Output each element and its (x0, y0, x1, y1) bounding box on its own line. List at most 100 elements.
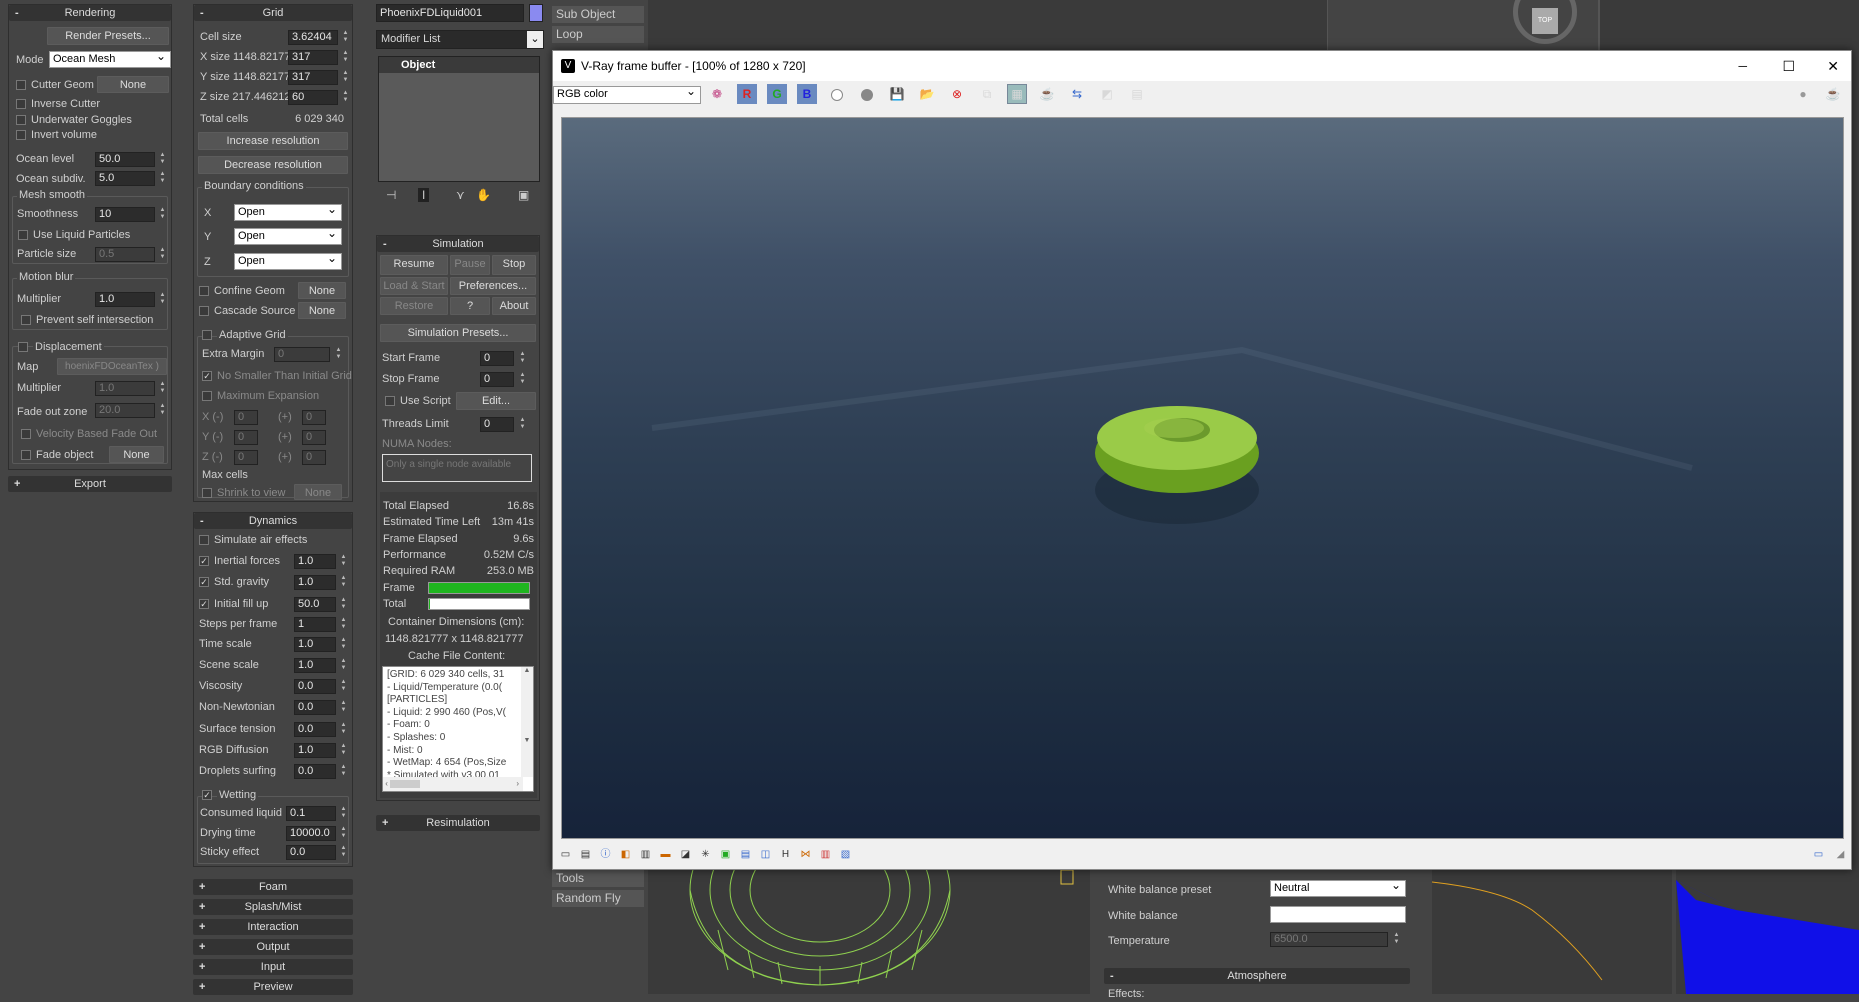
multiplier-spinner[interactable]: ▲ ▼ (158, 292, 167, 307)
resume-button[interactable]: Resume (380, 255, 448, 275)
export-rollout[interactable]: + Export (8, 476, 172, 492)
ocean-subdiv-input[interactable]: 5.0 (95, 171, 155, 186)
pause-button[interactable]: Pause (450, 255, 490, 275)
std-gravity-checkbox[interactable]: ✓ (199, 577, 209, 587)
blue-channel-icon[interactable]: B (797, 84, 817, 104)
stop-render-icon[interactable]: ● (1793, 84, 1813, 104)
cache-content-box[interactable]: [GRID: 6 029 340 cells, 31- Liquid/Tempe… (382, 666, 534, 792)
ocean-subdiv-spinner[interactable]: ▲ ▼ (158, 171, 167, 186)
rendering-header[interactable]: - Rendering (9, 5, 171, 21)
no-smaller-checkbox[interactable]: ✓ (202, 371, 212, 381)
threads-spinner[interactable]: ▲ ▼ (518, 417, 527, 432)
make-unique-icon[interactable]: ⋎ (456, 188, 465, 202)
simulation-header[interactable]: - Simulation (377, 236, 539, 252)
modifier-stack[interactable]: Object (378, 56, 540, 182)
use-script-checkbox[interactable] (385, 396, 395, 406)
duplicate-icon[interactable]: ⧉ (977, 84, 997, 104)
cell-size-spinner[interactable]: ▲ ▼ (341, 30, 350, 45)
dynamics-header[interactable]: - Dynamics (194, 513, 352, 529)
modifier-list-dropdown[interactable]: Modifier List ⌄ (376, 30, 544, 49)
about-button[interactable]: About (492, 297, 536, 315)
panel-toggle-icon[interactable]: ▭ (1812, 848, 1825, 861)
inertial-spinner[interactable]: ▲ ▼ (339, 554, 348, 569)
disp-multiplier-spinner[interactable]: ▲ ▼ (158, 381, 167, 396)
map-button[interactable]: hoenixFDOceanTex ) (57, 358, 167, 375)
x-cells-spinner[interactable]: ▲ ▼ (341, 50, 350, 65)
sticky-input[interactable]: 0.0 (286, 845, 336, 860)
tools-item[interactable]: Tools (552, 870, 644, 887)
ocio-icon[interactable]: ▤ (739, 848, 752, 861)
particle-size-input[interactable]: 0.5 (95, 247, 155, 262)
ab-compare-icon[interactable]: ⋈ (799, 848, 812, 861)
edit-script-button[interactable]: Edit... (456, 392, 536, 410)
boundary-z-select[interactable]: Open (234, 251, 342, 270)
fade-out-zone-input[interactable]: 20.0 (95, 403, 155, 418)
channel-select[interactable]: RGB color (553, 84, 701, 104)
fade-object-none-button[interactable]: None (109, 446, 164, 463)
white-balance-swatch[interactable] (1270, 906, 1406, 923)
rollout-interaction[interactable]: + Interaction (193, 919, 353, 935)
z-cells-input[interactable]: 60 (288, 90, 338, 105)
y-cells-input[interactable]: 317 (288, 70, 338, 85)
layers-icon[interactable]: ▤ (579, 848, 592, 861)
stop-button[interactable]: Stop (492, 255, 536, 275)
levels-icon[interactable]: ▥ (639, 848, 652, 861)
temperature-spinner[interactable]: ▲ ▼ (1392, 932, 1401, 947)
grid-header[interactable]: - Grid (194, 5, 352, 21)
shrink-none-button[interactable]: None (294, 484, 342, 500)
link-icon[interactable]: ⇆ (1067, 84, 1087, 104)
color-wheel-icon[interactable]: ❁ (707, 84, 727, 104)
histogram-icon[interactable]: H (779, 848, 792, 861)
exposure-icon[interactable]: ◪ (679, 848, 692, 861)
x-plus-input[interactable]: 0 (302, 410, 326, 425)
std-gravity-spinner[interactable]: ▲ ▼ (339, 575, 348, 590)
open-folder-icon[interactable]: 📂 (917, 84, 937, 104)
inertial-input[interactable]: 1.0 (294, 554, 336, 569)
teapot-icon[interactable]: ☕ (1037, 84, 1057, 104)
time-scale-spinner[interactable]: ▲ ▼ (339, 637, 348, 652)
inverse-cutter-checkbox[interactable] (16, 99, 26, 109)
close-icon[interactable]: ✕ (1827, 51, 1839, 81)
cell-size-input[interactable]: 3.62404 (288, 30, 338, 45)
boundary-y-select[interactable]: Open (234, 226, 342, 245)
alpha-channel-icon[interactable] (827, 84, 847, 104)
velocity-fade-checkbox[interactable] (21, 429, 31, 439)
max-expansion-checkbox[interactable] (202, 391, 212, 401)
mono-icon[interactable] (857, 84, 877, 104)
viscosity-input[interactable]: 0.0 (294, 679, 336, 694)
invert-volume-checkbox[interactable] (16, 130, 26, 140)
rollout-preview[interactable]: + Preview (193, 979, 353, 995)
atmosphere-rollout[interactable]: - Atmosphere (1104, 968, 1410, 984)
curve-icon[interactable]: ▬ (659, 848, 672, 861)
wb-preset-select[interactable]: Neutral (1270, 878, 1406, 897)
surface-tension-spinner[interactable]: ▲ ▼ (339, 722, 348, 737)
red-channel-icon[interactable]: R (737, 84, 757, 104)
lens-icon[interactable]: ▣ (719, 848, 732, 861)
load-start-button[interactable]: Load & Start (380, 277, 448, 295)
confine-none-button[interactable]: None (298, 282, 346, 299)
rollout-input[interactable]: + Input (193, 959, 353, 975)
z-cells-spinner[interactable]: ▲ ▼ (341, 90, 350, 105)
viewport-top-left[interactable] (648, 0, 1328, 50)
initial-fill-input[interactable]: 50.0 (294, 597, 336, 612)
viewcube[interactable]: TOP (1510, 0, 1580, 50)
smoothness-input[interactable]: 10 (95, 207, 155, 222)
sub-object-item[interactable]: Sub Object (552, 6, 644, 23)
settings-icon[interactable]: ▧ (839, 848, 852, 861)
viscosity-spinner[interactable]: ▲ ▼ (339, 679, 348, 694)
maximize-icon[interactable]: ☐ (1782, 51, 1795, 81)
rollout-foam[interactable]: + Foam (193, 879, 353, 895)
green-channel-icon[interactable]: G (767, 84, 787, 104)
remove-modifier-icon[interactable]: ✋ (476, 188, 491, 202)
stop-frame-input[interactable]: 0 (480, 372, 514, 387)
wetting-checkbox[interactable]: ✓ (202, 790, 212, 800)
rgb-diffusion-input[interactable]: 1.0 (294, 743, 336, 758)
fade-out-zone-spinner[interactable]: ▲ ▼ (158, 403, 167, 418)
numa-box[interactable]: Only a single node available (382, 454, 532, 482)
non-newtonian-input[interactable]: 0.0 (294, 700, 336, 715)
scene-scale-spinner[interactable]: ▲ ▼ (339, 658, 348, 673)
viewport-right-strip[interactable] (1852, 50, 1859, 870)
particle-size-spinner[interactable]: ▲ ▼ (158, 247, 167, 262)
mode-select[interactable]: Ocean Mesh (49, 49, 171, 68)
info-icon[interactable]: ⓘ (599, 848, 612, 861)
